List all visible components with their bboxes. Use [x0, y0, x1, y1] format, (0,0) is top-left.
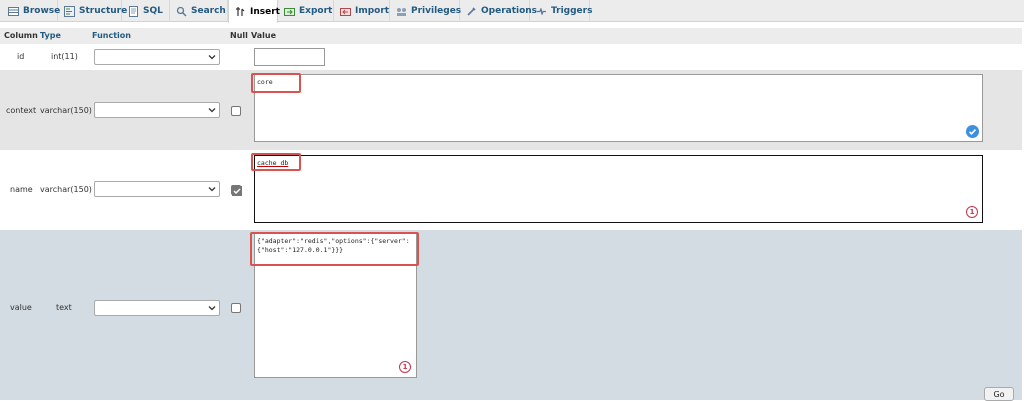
null-checkbox[interactable]: [231, 303, 241, 313]
check-badge-icon: [966, 125, 979, 138]
form-footer: Go: [0, 385, 1022, 401]
tab-import[interactable]: Import: [334, 0, 390, 22]
header-function[interactable]: Function: [92, 31, 131, 40]
null-checkbox[interactable]: [231, 185, 242, 196]
tab-sql[interactable]: SQL: [122, 0, 170, 22]
tab-operations[interactable]: Operations: [460, 0, 537, 22]
column-type: varchar(150): [40, 106, 92, 115]
column-name: context: [6, 106, 37, 115]
tab-label: Import: [355, 6, 390, 16]
tab-search[interactable]: Search: [170, 0, 228, 22]
go-button[interactable]: Go: [984, 387, 1014, 401]
column-type: int(11): [51, 52, 78, 61]
value-text-line: {"host":"127.0.0.1"}}}: [257, 246, 344, 254]
table-row: value text {"adapter":"redis","options":…: [0, 230, 1022, 385]
null-checkbox[interactable]: [231, 106, 241, 116]
table-row: context varchar(150) core: [0, 70, 1022, 150]
operations-icon: [466, 6, 477, 17]
warning-count-badge: 1: [399, 361, 411, 373]
column-type: varchar(150): [40, 185, 92, 194]
value-textarea-context[interactable]: core: [254, 74, 983, 142]
table-header: Column Type Function Null Value: [0, 28, 1022, 44]
value-textarea-name[interactable]: cache_db: [254, 155, 983, 223]
structure-icon: [64, 5, 75, 17]
tab-label: Search: [191, 6, 226, 16]
tab-label: Export: [299, 6, 333, 16]
column-name: name: [10, 185, 33, 194]
tab-label: SQL: [143, 6, 163, 16]
tab-triggers[interactable]: Triggers: [530, 0, 593, 22]
function-select[interactable]: [94, 102, 220, 118]
column-name: value: [10, 303, 32, 312]
table-row: id int(11): [0, 44, 1022, 70]
column-type: text: [56, 303, 72, 312]
value-text: cache_db: [257, 159, 289, 167]
tab-privileges[interactable]: Privileges: [390, 0, 462, 22]
header-value: Value: [251, 31, 277, 40]
import-icon: [340, 6, 351, 17]
tab-insert[interactable]: Insert: [228, 0, 280, 23]
tab-bar: Browse Structure SQL Search Insert Expor…: [0, 0, 1024, 23]
triggers-icon: [536, 6, 547, 17]
tab-label: Browse: [23, 6, 61, 16]
browse-icon: [8, 6, 19, 17]
chevron-down-icon: [208, 108, 216, 113]
value-text-line: {"adapter":"redis","options":{"server":: [257, 237, 410, 245]
chevron-down-icon: [208, 187, 216, 192]
sql-icon: [128, 5, 139, 17]
table-row: name varchar(150) cache_db 1: [0, 150, 1022, 230]
header-type[interactable]: Type: [40, 31, 61, 40]
privileges-icon: [396, 6, 407, 17]
column-name: id: [17, 52, 25, 61]
checkmark-icon: [232, 186, 242, 196]
tab-export[interactable]: Export: [278, 0, 334, 22]
tab-browse[interactable]: Browse: [2, 0, 61, 22]
header-column: Column: [4, 31, 38, 40]
function-select[interactable]: [94, 49, 220, 65]
function-select[interactable]: [94, 181, 220, 197]
search-icon: [176, 6, 187, 17]
export-icon: [284, 6, 295, 17]
warning-count-badge: 1: [966, 206, 978, 218]
value-input-id[interactable]: [254, 48, 325, 66]
tab-structure[interactable]: Structure: [58, 0, 127, 22]
value-textarea-value[interactable]: {"adapter":"redis","options":{"server":{…: [254, 233, 417, 378]
tab-label: Insert: [250, 6, 280, 17]
function-select[interactable]: [94, 300, 220, 316]
chevron-down-icon: [208, 306, 216, 311]
insert-icon: [235, 6, 246, 17]
tab-label: Operations: [481, 6, 538, 16]
tab-label: Triggers: [551, 6, 593, 16]
tab-label: Structure: [79, 6, 128, 16]
header-null: Null: [230, 31, 248, 40]
value-text: core: [257, 78, 273, 86]
tab-label: Privileges: [411, 6, 462, 16]
chevron-down-icon: [208, 55, 216, 60]
